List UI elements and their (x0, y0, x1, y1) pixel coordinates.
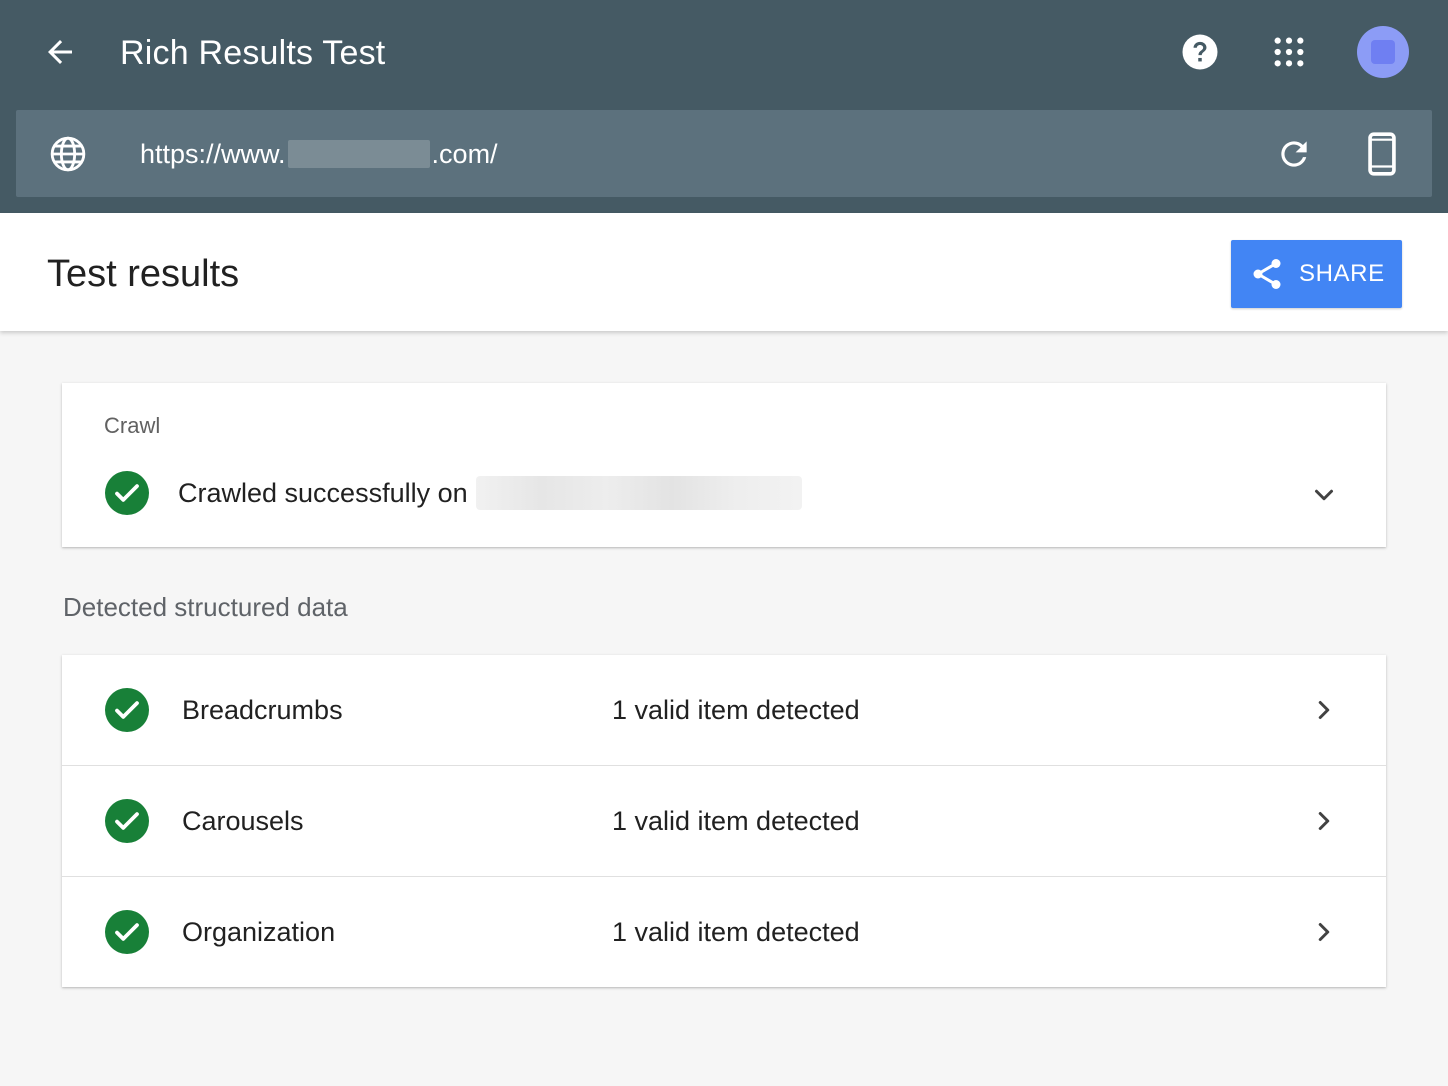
arrow-back-icon (48, 40, 72, 64)
url-bar: https://www. .com/ (16, 110, 1432, 197)
structured-data-card: Breadcrumbs 1 valid item detected Carous… (62, 655, 1386, 987)
item-count: 1 valid item detected (612, 917, 860, 947)
app-bar: Rich Results Test https://www. .com/ (0, 0, 1448, 213)
item-count: 1 valid item detected (612, 695, 860, 725)
apps-button[interactable] (1267, 30, 1311, 74)
share-icon (1253, 259, 1281, 289)
smartphone-icon (1368, 132, 1396, 176)
check-circle-icon (105, 799, 149, 843)
list-item[interactable]: Breadcrumbs 1 valid item detected (62, 655, 1386, 766)
url-redacted-domain (287, 140, 430, 168)
help-icon (1182, 34, 1218, 70)
back-button[interactable] (38, 30, 82, 74)
page-title: Test results (47, 253, 240, 295)
url-field[interactable]: https://www. .com/ (140, 132, 498, 176)
url-prefix: https://www. (140, 139, 286, 169)
url-suffix: .com/ (431, 139, 498, 169)
chevron-right-icon (1304, 690, 1344, 730)
item-name: Carousels (182, 806, 304, 836)
list-item[interactable]: Organization 1 valid item detected (62, 876, 1386, 987)
crawl-status: Crawled successfully on (178, 471, 802, 515)
crawl-label: Crawl (104, 413, 161, 438)
check-circle-icon (105, 910, 149, 954)
section-label: Detected structured data (63, 592, 348, 622)
help-button[interactable] (1178, 30, 1222, 74)
app-title: Rich Results Test (120, 34, 386, 72)
crawl-expand-button[interactable] (1304, 475, 1344, 515)
check-circle-icon (105, 471, 149, 515)
results-header: Test results SHARE (0, 213, 1448, 331)
globe-icon (46, 132, 90, 176)
item-count: 1 valid item detected (612, 806, 860, 836)
apps-grid-icon (1274, 37, 1304, 67)
share-button-label: SHARE (1299, 260, 1385, 287)
avatar-image (1371, 40, 1395, 64)
list-item[interactable]: Carousels 1 valid item detected (62, 765, 1386, 876)
chevron-right-icon (1304, 801, 1344, 841)
reload-icon (1281, 141, 1307, 167)
account-avatar[interactable] (1357, 26, 1409, 78)
item-name: Breadcrumbs (182, 695, 343, 725)
crawl-card: Crawl Crawled successfully on (62, 383, 1386, 547)
share-button[interactable]: SHARE (1231, 240, 1402, 308)
crawl-date-redacted (475, 476, 802, 510)
item-name: Organization (182, 917, 336, 947)
crawl-status-text: Crawled successfully on (178, 478, 468, 508)
chevron-down-icon (1315, 489, 1333, 501)
check-circle-icon (105, 688, 149, 732)
reload-button[interactable] (1272, 132, 1316, 176)
device-toggle-button[interactable] (1360, 130, 1404, 178)
chevron-right-icon (1304, 912, 1344, 952)
